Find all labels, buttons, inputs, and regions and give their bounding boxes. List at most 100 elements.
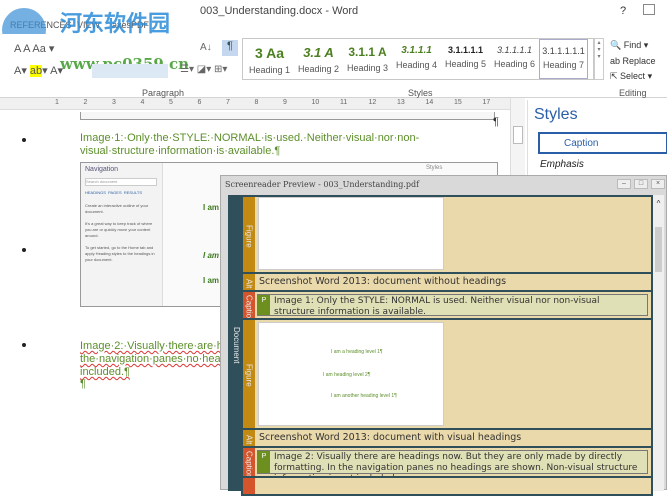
ruler-tick: 5 <box>169 99 173 106</box>
minimize-button[interactable]: – <box>617 179 631 189</box>
thumb-heading: I am another heading level 1¶ <box>331 393 397 399</box>
style-label: Heading 1 <box>248 65 291 75</box>
empty-paragraph: ¶ <box>80 378 86 390</box>
nav-tab: HEADINGS <box>85 190 106 195</box>
embedded-navigation-pane: Navigation Search document HEADINGS PAGE… <box>81 163 163 306</box>
nav-tab: PAGES <box>108 190 122 195</box>
document-label: Document <box>232 326 241 364</box>
style-heading-6[interactable]: 3.1.1.1.1 Heading 6 <box>490 39 539 79</box>
line-spacing-shading-borders[interactable]: ☰▾ ◪▾ ⊞▾ <box>180 64 227 75</box>
bullet <box>22 248 26 252</box>
style-heading-5[interactable]: 3.1.1.1.1 Heading 5 <box>441 39 490 79</box>
figure-row[interactable] <box>241 476 653 496</box>
ruler-tick: 14 <box>425 99 434 106</box>
ruler-tick: 8 <box>254 99 259 106</box>
bullet <box>22 138 26 142</box>
nav-help-text: To get started, go to the Home tab and a… <box>85 245 155 262</box>
style-preview: 3.1 A <box>303 45 334 60</box>
font-color-buttons[interactable]: A▾ ab▾ A▾ <box>14 64 63 77</box>
screenreader-preview-window: Screenreader Preview - 003_Understanding… <box>220 175 667 496</box>
gallery-scroll-buttons[interactable]: ▴ ▾ ▾ <box>594 38 604 80</box>
embedded-line: I am <box>203 251 220 260</box>
font-size-buttons[interactable]: A A Aa ▾ <box>14 42 54 55</box>
close-button[interactable]: × <box>651 179 665 189</box>
caption-label: Caption <box>244 451 254 479</box>
alt-row[interactable]: Alt Screenshot Word 2013: document witho… <box>241 272 653 292</box>
screenreader-scrollbar[interactable]: ^ <box>653 195 664 491</box>
style-preview: 3.1.1.1 <box>401 45 432 56</box>
ruler-tick: 15 <box>454 99 462 106</box>
show-formatting-button[interactable]: ¶ <box>222 40 238 56</box>
replace-button[interactable]: ab Replace <box>610 56 656 66</box>
ribbon: A A Aa ▾ A▾ ab▾ A▾ www.pc0359.cn ☰▾ ◪▾ ⊞… <box>0 34 667 98</box>
find-button[interactable]: 🔍 Find ▾ <box>610 40 648 51</box>
figure-row[interactable]: Figure <box>241 195 653 274</box>
ruler-tick: 3 <box>112 99 116 106</box>
style-preview: 3.1.1.1.1 <box>496 45 533 55</box>
style-heading-2[interactable]: 3.1 A Heading 2 <box>294 39 343 79</box>
ruler-tick: 13 <box>397 99 405 106</box>
style-label: Heading 3 <box>346 63 389 73</box>
ruler-tick: 2 <box>83 99 88 106</box>
ribbon-display-options-icon[interactable] <box>643 4 655 15</box>
style-label: Heading 6 <box>493 59 536 69</box>
paragraph-image-1-caption[interactable]: Image·1:·Only·the·STYLE:·NORMAL·is·used.… <box>80 132 440 158</box>
scroll-thumb[interactable] <box>513 126 523 144</box>
alt-label: Alt <box>244 434 254 445</box>
scroll-thumb[interactable] <box>655 227 662 272</box>
paragraph-badge: P <box>258 295 270 315</box>
maximize-button[interactable]: □ <box>634 179 648 189</box>
alignment-buttons[interactable] <box>92 64 168 78</box>
embedded-line: I am <box>203 203 220 212</box>
window-title: 003_Understanding.docx - Word <box>200 5 359 17</box>
pilcrow: ¶ <box>493 116 499 128</box>
ruler-tick: 9 <box>283 99 287 106</box>
nav-help-text: It's a great way to keep track of where … <box>85 221 153 238</box>
ruler-tick: 6 <box>197 99 202 106</box>
ruler-tick: 11 <box>340 99 348 106</box>
embedded-line: I am <box>203 276 220 285</box>
style-heading-4[interactable]: 3.1.1.1 Heading 4 <box>392 39 441 79</box>
style-emphasis[interactable]: Emphasis <box>540 159 584 170</box>
alt-row[interactable]: Alt Screenshot Word 2013: document with … <box>241 428 653 448</box>
style-heading-3[interactable]: 3.1.1 A Heading 3 <box>343 39 392 79</box>
select-label: Select <box>620 71 646 81</box>
caption-row[interactable]: Caption P Image 2: Visually there are hea… <box>241 446 653 484</box>
style-label: Heading 7 <box>542 60 585 70</box>
scroll-up-icon[interactable]: ^ <box>653 199 664 208</box>
ruler-tick: 10 <box>311 99 320 106</box>
ruler-tick: 1 <box>55 99 59 106</box>
styles-pane-title: Styles <box>534 106 578 123</box>
style-preview: 3 Aa <box>254 45 285 61</box>
previous-image-bottom <box>80 112 495 120</box>
screenreader-window-title: Screenreader Preview - 003_Understanding… <box>225 180 420 189</box>
style-caption[interactable]: Caption <box>538 132 667 154</box>
sort-icon[interactable]: A↓ <box>200 42 212 53</box>
styles-group-label: Styles <box>408 88 433 98</box>
ruler-tick: 4 <box>140 99 145 106</box>
style-heading-1[interactable]: 3 Aa Heading 1 <box>245 39 294 79</box>
nav-tab: RESULTS <box>123 190 143 195</box>
style-heading-7[interactable]: 3.1.1.1.1.1 Heading 7 <box>539 39 588 79</box>
ruler-tick: 12 <box>368 99 377 106</box>
paragraph-image-2-caption[interactable]: Image·2:·Visually·there·are·heac the·nav… <box>80 340 241 379</box>
horizontal-ruler[interactable]: 1 2 3 4 5 6 7 8 9 10 11 12 13 14 15 17 <box>0 98 525 110</box>
caption-row[interactable]: Caption P Image 1: Only the STYLE: NORMAL… <box>241 290 653 323</box>
structure-tree: Document Figure Alt Screenshot Word 2013… <box>228 195 653 496</box>
editing-group-label: Editing <box>619 88 647 98</box>
paragraph-badge: P <box>258 451 270 473</box>
style-label: Heading 5 <box>444 59 487 69</box>
style-label: Heading 4 <box>395 60 438 70</box>
ruler-tick: 17 <box>482 99 491 106</box>
thumb-heading: I am heading level 2¶ <box>323 372 371 378</box>
nav-search: Search document <box>85 178 157 186</box>
help-button[interactable]: ? <box>620 5 626 17</box>
style-preview: 3.1.1.1.1.1 <box>542 46 585 56</box>
styles-pane: Styles Caption Emphasis <box>527 100 667 176</box>
title-bar: 003_Understanding.docx - Word ? REFERENC… <box>0 0 667 52</box>
alt-text: Screenshot Word 2013: document without h… <box>259 276 507 287</box>
select-button[interactable]: ⇱ Select ▾ <box>610 71 652 82</box>
alt-label: Alt <box>244 278 254 289</box>
figure-row[interactable]: Figure I am a heading level 1¶ I am head… <box>241 318 653 430</box>
nav-help-text: Create an interactive outline of your do… <box>85 203 149 214</box>
